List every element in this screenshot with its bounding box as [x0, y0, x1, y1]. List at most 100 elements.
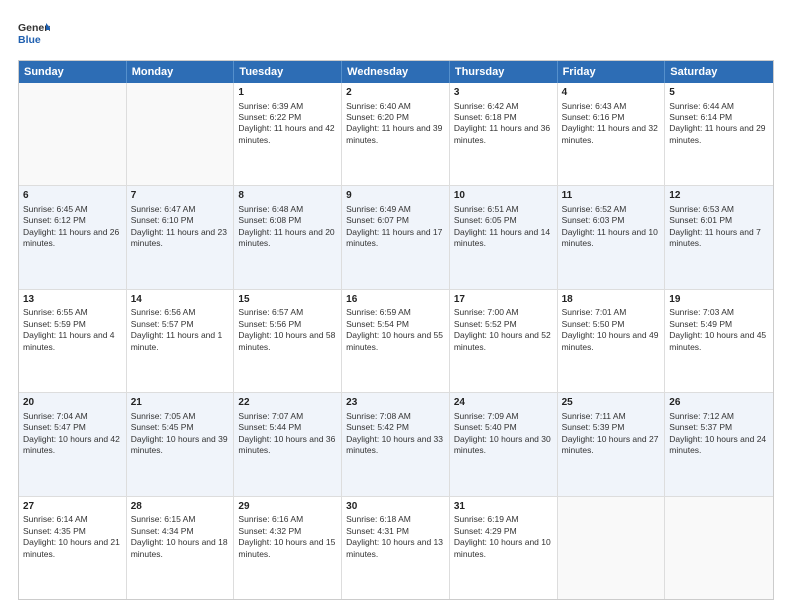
sunrise: Sunrise: 6:42 AM	[454, 101, 519, 111]
day-number: 23	[346, 396, 445, 410]
sunset: Sunset: 5:57 PM	[131, 319, 194, 329]
daylight: Daylight: 10 hours and 15 minutes.	[238, 537, 335, 558]
calendar-cell: 6Sunrise: 6:45 AMSunset: 6:12 PMDaylight…	[19, 186, 127, 288]
sunrise: Sunrise: 7:00 AM	[454, 307, 519, 317]
daylight: Daylight: 10 hours and 21 minutes.	[23, 537, 120, 558]
day-number: 20	[23, 396, 122, 410]
calendar-cell: 2Sunrise: 6:40 AMSunset: 6:20 PMDaylight…	[342, 83, 450, 185]
calendar-cell: 12Sunrise: 6:53 AMSunset: 6:01 PMDayligh…	[665, 186, 773, 288]
sunset: Sunset: 5:42 PM	[346, 422, 409, 432]
header: General Blue	[18, 18, 774, 50]
day-number: 24	[454, 396, 553, 410]
day-number: 30	[346, 500, 445, 514]
calendar-row: 1Sunrise: 6:39 AMSunset: 6:22 PMDaylight…	[19, 83, 773, 185]
daylight: Daylight: 11 hours and 23 minutes.	[131, 227, 227, 248]
daylight: Daylight: 11 hours and 14 minutes.	[454, 227, 550, 248]
calendar-cell: 1Sunrise: 6:39 AMSunset: 6:22 PMDaylight…	[234, 83, 342, 185]
daylight: Daylight: 10 hours and 10 minutes.	[454, 537, 551, 558]
daylight: Daylight: 11 hours and 7 minutes.	[669, 227, 761, 248]
sunrise: Sunrise: 6:52 AM	[562, 204, 627, 214]
sunrise: Sunrise: 7:09 AM	[454, 411, 519, 421]
sunrise: Sunrise: 6:48 AM	[238, 204, 303, 214]
day-number: 17	[454, 293, 553, 307]
calendar-row: 13Sunrise: 6:55 AMSunset: 5:59 PMDayligh…	[19, 289, 773, 392]
sunrise: Sunrise: 6:44 AM	[669, 101, 734, 111]
calendar-cell: 22Sunrise: 7:07 AMSunset: 5:44 PMDayligh…	[234, 393, 342, 495]
sunrise: Sunrise: 7:07 AM	[238, 411, 303, 421]
calendar-body: 1Sunrise: 6:39 AMSunset: 6:22 PMDaylight…	[19, 83, 773, 599]
day-number: 26	[669, 396, 769, 410]
calendar-header: SundayMondayTuesdayWednesdayThursdayFrid…	[19, 61, 773, 83]
sunset: Sunset: 6:05 PM	[454, 215, 517, 225]
calendar-cell: 4Sunrise: 6:43 AMSunset: 6:16 PMDaylight…	[558, 83, 666, 185]
daylight: Daylight: 10 hours and 52 minutes.	[454, 330, 551, 351]
day-number: 15	[238, 293, 337, 307]
calendar-cell	[558, 497, 666, 599]
calendar-cell: 10Sunrise: 6:51 AMSunset: 6:05 PMDayligh…	[450, 186, 558, 288]
sunset: Sunset: 5:52 PM	[454, 319, 517, 329]
sunset: Sunset: 6:08 PM	[238, 215, 301, 225]
page: General Blue SundayMondayTuesdayWednesda…	[0, 0, 792, 612]
header-cell-tuesday: Tuesday	[234, 61, 342, 83]
logo: General Blue	[18, 18, 50, 50]
calendar-row: 6Sunrise: 6:45 AMSunset: 6:12 PMDaylight…	[19, 185, 773, 288]
sunset: Sunset: 6:16 PM	[562, 112, 625, 122]
sunrise: Sunrise: 6:47 AM	[131, 204, 196, 214]
day-number: 31	[454, 500, 553, 514]
sunrise: Sunrise: 6:45 AM	[23, 204, 88, 214]
daylight: Daylight: 11 hours and 42 minutes.	[238, 123, 334, 144]
logo-svg: General Blue	[18, 18, 50, 50]
calendar-cell: 16Sunrise: 6:59 AMSunset: 5:54 PMDayligh…	[342, 290, 450, 392]
daylight: Daylight: 10 hours and 58 minutes.	[238, 330, 335, 351]
calendar-cell	[19, 83, 127, 185]
calendar-cell: 29Sunrise: 6:16 AMSunset: 4:32 PMDayligh…	[234, 497, 342, 599]
header-cell-sunday: Sunday	[19, 61, 127, 83]
sunrise: Sunrise: 6:56 AM	[131, 307, 196, 317]
daylight: Daylight: 11 hours and 39 minutes.	[346, 123, 442, 144]
daylight: Daylight: 11 hours and 29 minutes.	[669, 123, 765, 144]
sunset: Sunset: 5:54 PM	[346, 319, 409, 329]
daylight: Daylight: 10 hours and 24 minutes.	[669, 434, 766, 455]
sunset: Sunset: 4:29 PM	[454, 526, 517, 536]
calendar-cell: 28Sunrise: 6:15 AMSunset: 4:34 PMDayligh…	[127, 497, 235, 599]
day-number: 19	[669, 293, 769, 307]
sunset: Sunset: 6:07 PM	[346, 215, 409, 225]
sunset: Sunset: 5:50 PM	[562, 319, 625, 329]
sunrise: Sunrise: 6:43 AM	[562, 101, 627, 111]
sunset: Sunset: 5:56 PM	[238, 319, 301, 329]
day-number: 9	[346, 189, 445, 203]
daylight: Daylight: 11 hours and 1 minute.	[131, 330, 223, 351]
header-cell-saturday: Saturday	[665, 61, 773, 83]
day-number: 14	[131, 293, 230, 307]
sunrise: Sunrise: 6:18 AM	[346, 514, 411, 524]
daylight: Daylight: 11 hours and 32 minutes.	[562, 123, 658, 144]
sunset: Sunset: 4:34 PM	[131, 526, 194, 536]
sunrise: Sunrise: 6:55 AM	[23, 307, 88, 317]
day-number: 11	[562, 189, 661, 203]
calendar-cell	[127, 83, 235, 185]
calendar-cell: 8Sunrise: 6:48 AMSunset: 6:08 PMDaylight…	[234, 186, 342, 288]
sunset: Sunset: 6:01 PM	[669, 215, 732, 225]
sunset: Sunset: 5:40 PM	[454, 422, 517, 432]
day-number: 21	[131, 396, 230, 410]
sunrise: Sunrise: 7:11 AM	[562, 411, 626, 421]
calendar-cell: 25Sunrise: 7:11 AMSunset: 5:39 PMDayligh…	[558, 393, 666, 495]
calendar-cell: 31Sunrise: 6:19 AMSunset: 4:29 PMDayligh…	[450, 497, 558, 599]
sunrise: Sunrise: 6:57 AM	[238, 307, 303, 317]
daylight: Daylight: 10 hours and 39 minutes.	[131, 434, 228, 455]
sunset: Sunset: 4:35 PM	[23, 526, 86, 536]
daylight: Daylight: 10 hours and 36 minutes.	[238, 434, 335, 455]
sunrise: Sunrise: 7:04 AM	[23, 411, 88, 421]
sunset: Sunset: 6:14 PM	[669, 112, 732, 122]
daylight: Daylight: 10 hours and 33 minutes.	[346, 434, 443, 455]
calendar-cell: 21Sunrise: 7:05 AMSunset: 5:45 PMDayligh…	[127, 393, 235, 495]
sunrise: Sunrise: 6:15 AM	[131, 514, 196, 524]
day-number: 12	[669, 189, 769, 203]
daylight: Daylight: 10 hours and 49 minutes.	[562, 330, 659, 351]
header-cell-wednesday: Wednesday	[342, 61, 450, 83]
day-number: 3	[454, 86, 553, 100]
header-cell-friday: Friday	[558, 61, 666, 83]
day-number: 4	[562, 86, 661, 100]
sunrise: Sunrise: 6:49 AM	[346, 204, 411, 214]
calendar-cell	[665, 497, 773, 599]
